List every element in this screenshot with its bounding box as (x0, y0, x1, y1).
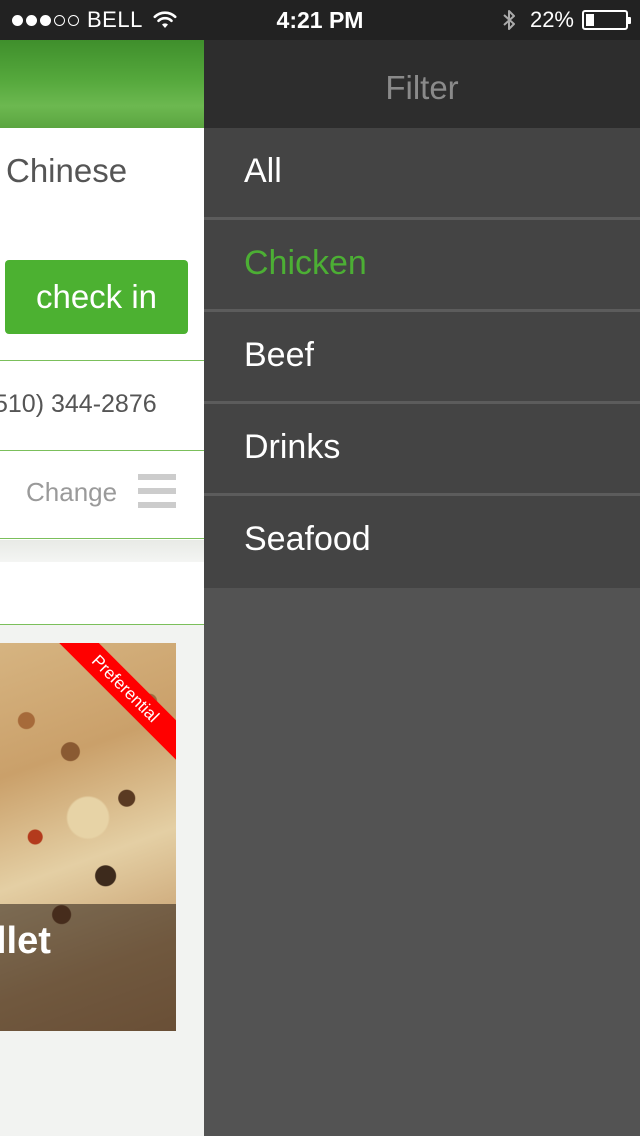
change-row[interactable]: Change (0, 470, 204, 514)
restaurant-detail-page: Chinese check in 510) 344-2876 Change Pr… (0, 40, 204, 1136)
filter-drawer: Filter All Chicken Beef Drinks Seafood (204, 40, 640, 1136)
section-separator (0, 540, 204, 562)
filter-title: Filter (385, 69, 459, 106)
card-caption: llet (0, 904, 176, 1031)
header-banner (0, 40, 204, 128)
phone-number[interactable]: 510) 344-2876 (0, 390, 157, 419)
section-header (0, 562, 204, 624)
filter-list: All Chicken Beef Drinks Seafood (204, 128, 640, 588)
filter-item-all[interactable]: All (204, 128, 640, 220)
filter-item-label: Seafood (244, 520, 371, 558)
cuisine-label: Chinese (6, 152, 128, 189)
battery-percent: 22% (529, 7, 574, 32)
filter-header: Filter (204, 40, 640, 128)
status-right: 22% (502, 7, 631, 33)
food-card[interactable]: Preferential llet (0, 643, 176, 1031)
preferential-badge: Preferential (47, 643, 176, 767)
divider (0, 450, 204, 451)
card-title: llet (0, 920, 51, 962)
battery-icon (582, 10, 631, 30)
status-bar: BELL 4:21 PM 22% (0, 0, 640, 40)
battery-tip (628, 17, 631, 24)
divider (0, 538, 204, 539)
check-in-button[interactable]: check in (5, 260, 188, 334)
filter-item-label: Drinks (244, 428, 341, 466)
filter-item-label: Beef (244, 336, 314, 374)
battery-level-fill (586, 14, 594, 26)
filter-item-seafood[interactable]: Seafood (204, 496, 640, 588)
filter-item-beef[interactable]: Beef (204, 312, 640, 404)
filter-item-label: All (244, 152, 282, 190)
filter-item-label: Chicken (244, 244, 367, 282)
filter-item-drinks[interactable]: Drinks (204, 404, 640, 496)
menu-icon (138, 474, 176, 508)
filter-item-chicken[interactable]: Chicken (204, 220, 640, 312)
divider (0, 360, 204, 361)
change-label: Change (26, 477, 118, 507)
bluetooth-icon (503, 10, 515, 30)
